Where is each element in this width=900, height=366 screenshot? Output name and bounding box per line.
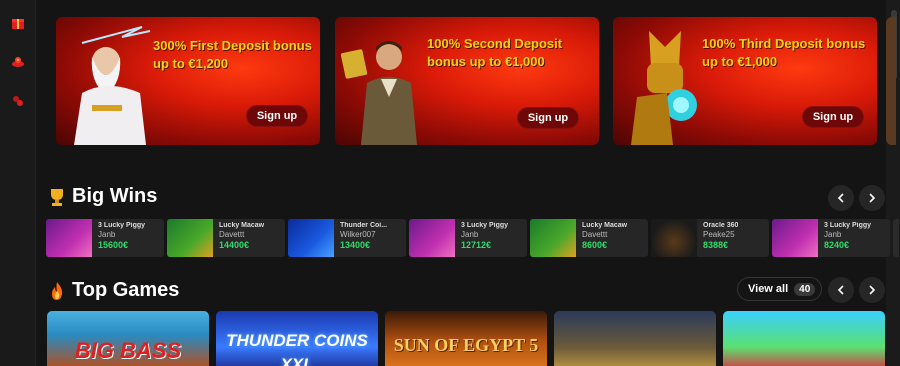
trophy-icon — [51, 188, 63, 206]
win-amount: 8240€ — [824, 240, 850, 250]
game-tile[interactable] — [554, 311, 716, 366]
game-title: THUNDER COINS XXL — [226, 331, 368, 366]
promo-banner-third-deposit[interactable]: 100% Third Deposit bonus up to €1,000 Si… — [613, 17, 877, 145]
game-title: SUN OF EGYPT 5 — [393, 335, 539, 355]
top-games-next-button[interactable] — [859, 277, 885, 303]
win-game-name: Oracle 360 — [703, 222, 739, 229]
win-user: Janb — [824, 230, 842, 239]
game-thumbnail — [46, 219, 92, 257]
win-amount: 14400€ — [219, 240, 250, 250]
top-games-list: BIG BASS THUNDER COINS XXL SUN OF EGYPT … — [47, 311, 885, 366]
gift-icon[interactable] — [11, 16, 25, 30]
main-content: 300% First Deposit bonus up to €1,200 Si… — [36, 0, 899, 366]
chevron-right-icon — [869, 285, 876, 295]
zeus-character-image — [74, 26, 151, 145]
bonus-icon[interactable] — [11, 94, 25, 108]
big-wins-heading: Big Wins — [48, 185, 157, 208]
game-thumbnail — [167, 219, 213, 257]
big-win-item[interactable]: Oracle 360 Peake25 8388€ — [651, 219, 769, 257]
pharaoh-character-image — [631, 31, 697, 145]
win-user: Peake25 — [703, 230, 735, 239]
win-user: Janb — [461, 230, 479, 239]
promo-text: 100% Third Deposit bonus up to €1,000 — [702, 36, 866, 69]
fire-icon — [52, 281, 63, 300]
game-tile[interactable]: BIG BASS — [47, 311, 209, 366]
big-win-item[interactable]: Thunder Coi... Wilker007 13400€ — [288, 219, 406, 257]
promo-text: 100% Second Deposit bonus up to €1,000 — [427, 36, 563, 69]
win-game-name: Lucky Macaw — [582, 222, 628, 229]
view-all-count: 40 — [794, 282, 816, 296]
promo-banner-first-deposit[interactable]: 300% First Deposit bonus up to €1,200 Si… — [56, 17, 320, 145]
explorer-character-image — [340, 41, 417, 145]
casino-icon[interactable] — [11, 55, 25, 69]
top-games-heading: Top Games — [48, 279, 179, 302]
win-amount: 8600€ — [582, 240, 608, 250]
win-amount: 12712€ — [461, 240, 492, 250]
game-tile[interactable]: THUNDER COINS XXL — [216, 311, 378, 366]
top-games-title: Top Games — [72, 279, 180, 301]
big-win-item-peek[interactable] — [893, 219, 899, 257]
game-title: BIG BASS — [74, 338, 182, 363]
big-wins-list: 3 Lucky Piggy Janb 15600€ Lucky Macaw Da… — [46, 219, 899, 257]
top-games-prev-button[interactable] — [828, 277, 854, 303]
game-thumbnail — [288, 219, 334, 257]
win-amount: 8388€ — [703, 240, 729, 250]
promo-banner-next-peek[interactable] — [886, 17, 896, 145]
big-win-item[interactable]: Lucky Macaw Davettt 8600€ — [530, 219, 648, 257]
game-thumbnail — [530, 219, 576, 257]
win-user: Davettt — [219, 230, 245, 239]
big-wins-prev-button[interactable] — [828, 185, 854, 211]
big-win-item[interactable]: 3 Lucky Piggy Janb 8240€ — [772, 219, 890, 257]
signup-button[interactable]: Sign up — [246, 105, 308, 127]
big-win-item[interactable]: Lucky Macaw Davettt 14400€ — [167, 219, 285, 257]
game-tile[interactable] — [723, 311, 885, 366]
chevron-right-icon — [869, 193, 876, 203]
signup-button[interactable]: Sign up — [517, 107, 579, 129]
big-wins-title: Big Wins — [72, 185, 158, 207]
win-game-name: 3 Lucky Piggy — [461, 222, 509, 229]
signup-button[interactable]: Sign up — [802, 106, 864, 128]
win-game-name: Lucky Macaw — [219, 222, 265, 229]
game-thumbnail — [409, 219, 455, 257]
win-user: Davettt — [582, 230, 608, 239]
view-all-label: View all — [748, 283, 789, 295]
win-user: Wilker007 — [340, 230, 376, 239]
game-thumbnail — [772, 219, 818, 257]
win-game-name: 3 Lucky Piggy — [824, 222, 872, 229]
chevron-left-icon — [837, 285, 844, 295]
view-all-button[interactable]: View all 40 — [737, 277, 823, 301]
win-amount: 15600€ — [98, 240, 129, 250]
game-thumbnail — [651, 219, 697, 257]
chevron-left-icon — [837, 193, 844, 203]
game-tile[interactable]: SUN OF EGYPT 5 — [385, 311, 547, 366]
win-user: Janb — [98, 230, 116, 239]
win-game-name: 3 Lucky Piggy — [98, 222, 146, 229]
sidebar — [0, 0, 36, 366]
win-game-name: Thunder Coi... — [340, 222, 388, 229]
big-win-item[interactable]: 3 Lucky Piggy Janb 12712€ — [409, 219, 527, 257]
promo-banner-second-deposit[interactable]: 100% Second Deposit bonus up to €1,000 S… — [335, 17, 599, 145]
promo-text: 300% First Deposit bonus up to €1,200 — [153, 38, 312, 71]
win-amount: 13400€ — [340, 240, 371, 250]
big-wins-next-button[interactable] — [859, 185, 885, 211]
big-win-item[interactable]: 3 Lucky Piggy Janb 15600€ — [46, 219, 164, 257]
